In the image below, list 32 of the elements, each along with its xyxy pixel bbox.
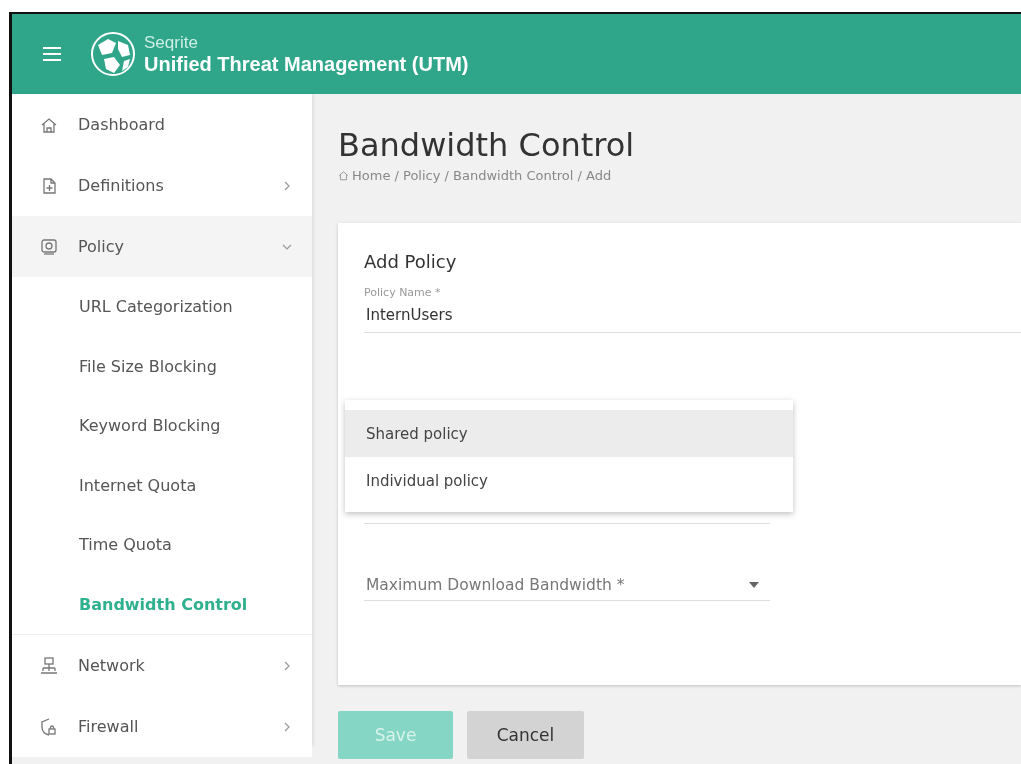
menu-option[interactable]: Shared policy bbox=[345, 410, 793, 457]
file-plus-icon bbox=[40, 176, 58, 195]
badge-icon bbox=[40, 237, 58, 256]
sidebar-item[interactable]: Network bbox=[12, 635, 312, 696]
submenu-item[interactable]: URL Categorization bbox=[79, 297, 233, 317]
submenu-item[interactable]: Keyword Blocking bbox=[79, 416, 221, 436]
chevron-icon bbox=[282, 660, 292, 671]
input-field[interactable]: InternUsers bbox=[364, 299, 1021, 333]
sidebar-item[interactable]: Policy bbox=[12, 216, 312, 277]
caret-icon bbox=[748, 581, 760, 589]
menu-option[interactable]: Individual policy bbox=[345, 457, 793, 504]
chevron-icon bbox=[282, 180, 292, 191]
submenu-item[interactable]: Internet Quota bbox=[79, 475, 197, 495]
sidebar-item[interactable]: Firewall bbox=[12, 696, 312, 757]
menu-icon[interactable] bbox=[42, 46, 62, 62]
cancel-button[interactable]: Cancel bbox=[467, 711, 584, 759]
app-title: Unified Threat Management (UTM) bbox=[144, 53, 469, 75]
sidebar-item[interactable]: Definitions bbox=[12, 155, 312, 216]
breadcrumb: Home / Policy / Bandwidth Control / Add bbox=[352, 168, 612, 183]
card-title: Add Policy bbox=[364, 251, 458, 272]
shield-lock-icon bbox=[40, 717, 58, 736]
submenu-item[interactable]: Time Quota bbox=[79, 535, 172, 555]
network-icon bbox=[40, 656, 58, 675]
chevron-icon bbox=[282, 721, 292, 732]
field-label: Policy Name * bbox=[364, 286, 442, 299]
home-icon bbox=[338, 170, 349, 181]
submenu-item[interactable]: File Size Blocking bbox=[79, 356, 217, 376]
brand-name: Seqrite bbox=[144, 33, 199, 53]
select-field[interactable]: Maximum Download Bandwidth * bbox=[364, 576, 770, 601]
sidebar-item[interactable]: Dashboard bbox=[12, 94, 312, 155]
globe-logo-icon bbox=[90, 31, 136, 77]
page-title: Bandwidth Control bbox=[338, 125, 636, 166]
